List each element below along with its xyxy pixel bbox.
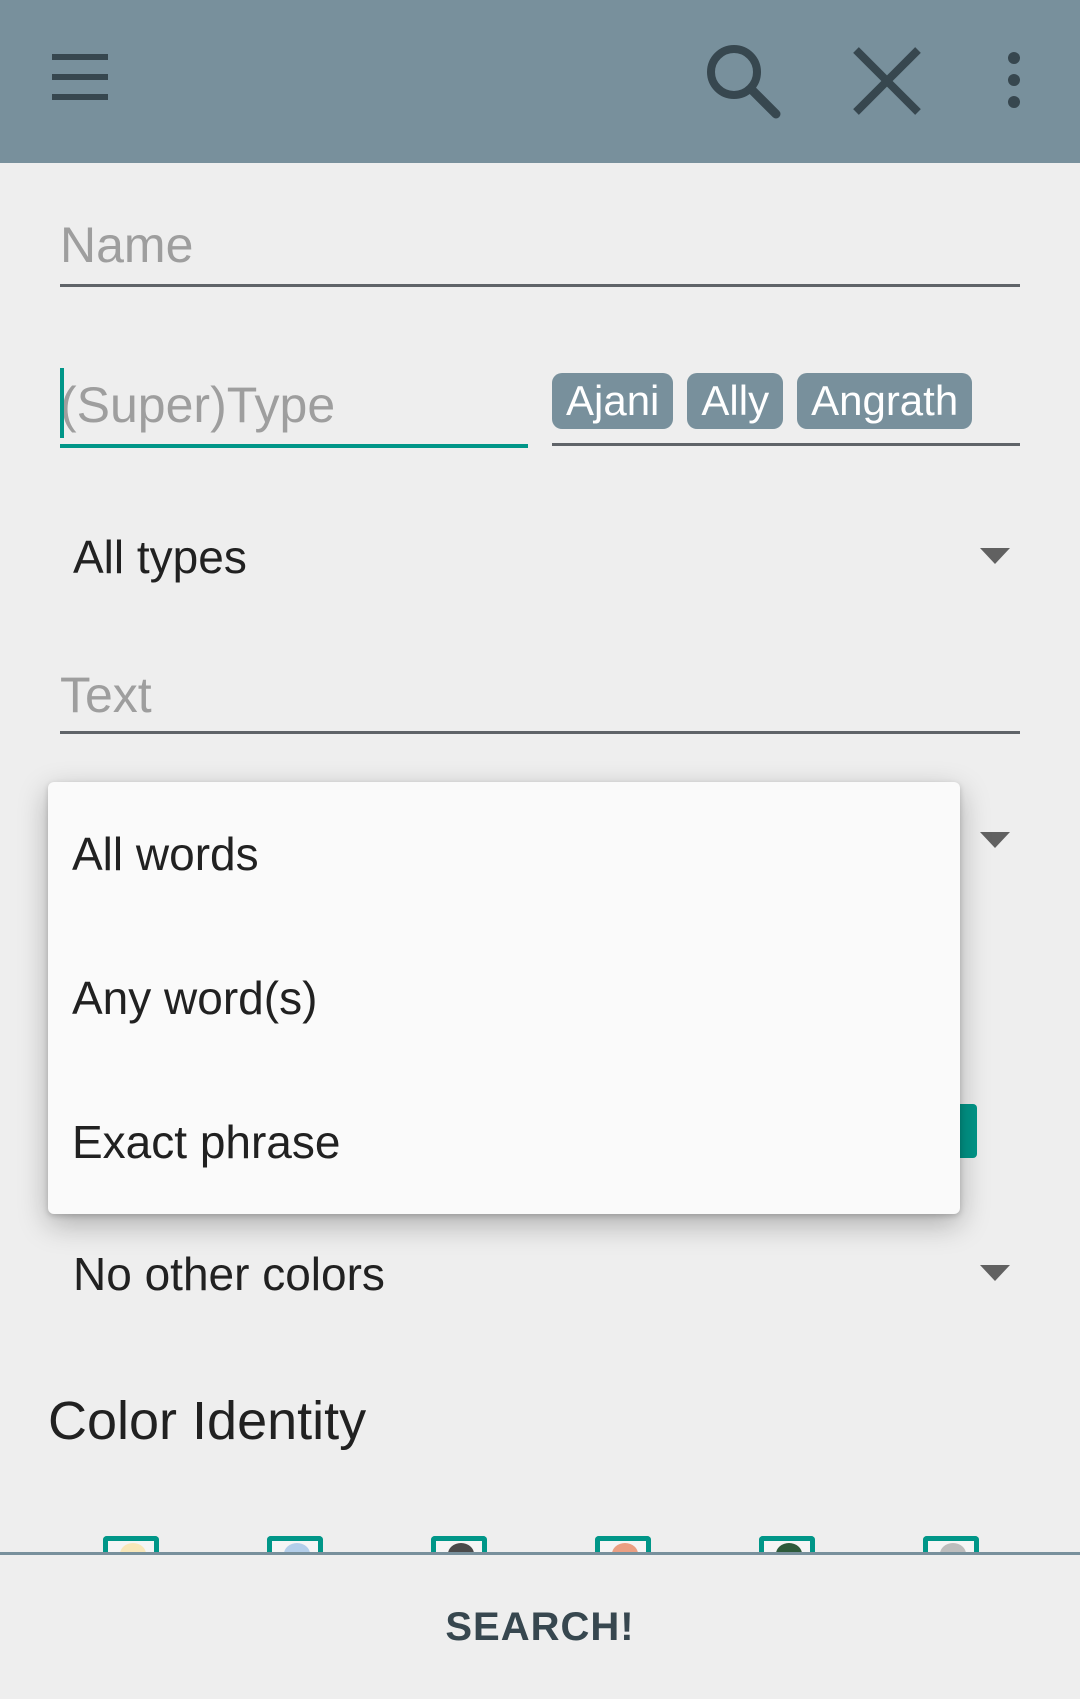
chip-angrath[interactable]: Angrath	[797, 373, 973, 429]
name-underline	[60, 284, 1020, 287]
chips-underline	[552, 443, 1020, 446]
color-identity-title: Color Identity	[48, 1391, 367, 1451]
type-input[interactable]	[60, 365, 530, 445]
option-all-words[interactable]: All words	[48, 782, 960, 926]
type-underline	[60, 444, 528, 448]
search-button[interactable]: SEARCH!	[0, 1555, 1080, 1699]
colors-spinner-value: No other colors	[73, 1248, 385, 1300]
bottom-bar: SEARCH!	[0, 1552, 1080, 1699]
text-input[interactable]	[60, 655, 1020, 735]
search-icon[interactable]	[704, 42, 782, 120]
text-underline	[60, 731, 1020, 734]
dropdown-arrow-icon	[980, 832, 1010, 848]
words-dropdown-popup: All words Any word(s) Exact phrase	[48, 782, 960, 1214]
close-icon[interactable]	[848, 42, 926, 120]
name-input[interactable]	[60, 205, 1020, 285]
dropdown-arrow-icon	[980, 548, 1010, 564]
types-spinner[interactable]: All types	[60, 518, 1020, 598]
colors-spinner[interactable]: No other colors	[60, 1235, 1020, 1315]
types-spinner-value: All types	[73, 531, 247, 583]
more-vert-icon[interactable]	[1000, 52, 1028, 108]
text-cursor	[60, 368, 64, 438]
subtype-chips[interactable]: Ajani Ally Angrath	[552, 373, 973, 429]
option-any-words[interactable]: Any word(s)	[48, 926, 960, 1070]
app-bar	[0, 0, 1080, 163]
chip-ally[interactable]: Ally	[687, 373, 784, 429]
dropdown-arrow-icon	[980, 1265, 1010, 1281]
menu-icon[interactable]	[52, 52, 112, 102]
chip-ajani[interactable]: Ajani	[552, 373, 674, 429]
option-exact-phrase[interactable]: Exact phrase	[48, 1070, 960, 1214]
